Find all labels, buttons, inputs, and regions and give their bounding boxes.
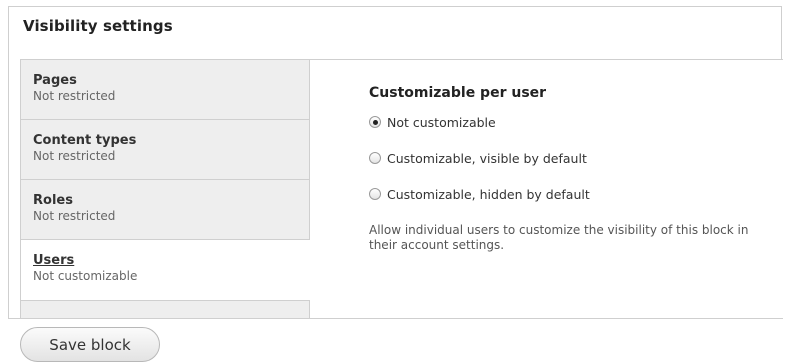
radio-label: Customizable, hidden by default — [387, 186, 590, 202]
tab-content-types-title: Content types — [33, 133, 137, 148]
tab-users[interactable]: Users Not customizable — [21, 240, 310, 300]
radio-customizable-visible[interactable]: Customizable, visible by default — [369, 149, 587, 167]
tab-roles-title: Roles — [33, 193, 73, 208]
tab-pages-title: Pages — [33, 73, 77, 88]
radio-label: Customizable, visible by default — [387, 150, 587, 166]
tabs-bottom-filler — [21, 300, 310, 318]
tab-roles[interactable]: Roles Not restricted — [21, 180, 310, 240]
radio-not-customizable[interactable]: Not customizable — [369, 113, 496, 131]
radio-unchecked-icon[interactable] — [369, 152, 381, 164]
radio-unchecked-icon[interactable] — [369, 188, 381, 200]
field-description: Allow individual users to customize the … — [369, 223, 749, 252]
tab-users-summary: Not customizable — [33, 269, 138, 283]
visibility-settings-fieldset: Visibility settings Pages Not restricted… — [8, 6, 783, 319]
radio-checked-icon[interactable] — [369, 116, 381, 128]
pane-title: Customizable per user — [369, 85, 547, 101]
tab-pages[interactable]: Pages Not restricted — [21, 60, 310, 120]
save-block-button[interactable]: Save block — [20, 327, 160, 362]
tab-content-types-summary: Not restricted — [33, 149, 116, 163]
tab-pages-summary: Not restricted — [33, 89, 116, 103]
tab-users-title: Users — [33, 253, 75, 268]
radio-label: Not customizable — [387, 114, 496, 130]
radio-customizable-hidden[interactable]: Customizable, hidden by default — [369, 185, 590, 203]
vertical-tabs: Pages Not restricted Content types Not r… — [20, 59, 783, 319]
tab-roles-summary: Not restricted — [33, 209, 116, 223]
vertical-tabs-list: Pages Not restricted Content types Not r… — [21, 60, 310, 318]
fieldset-legend: Visibility settings — [23, 17, 173, 35]
tab-content-types[interactable]: Content types Not restricted — [21, 120, 310, 180]
